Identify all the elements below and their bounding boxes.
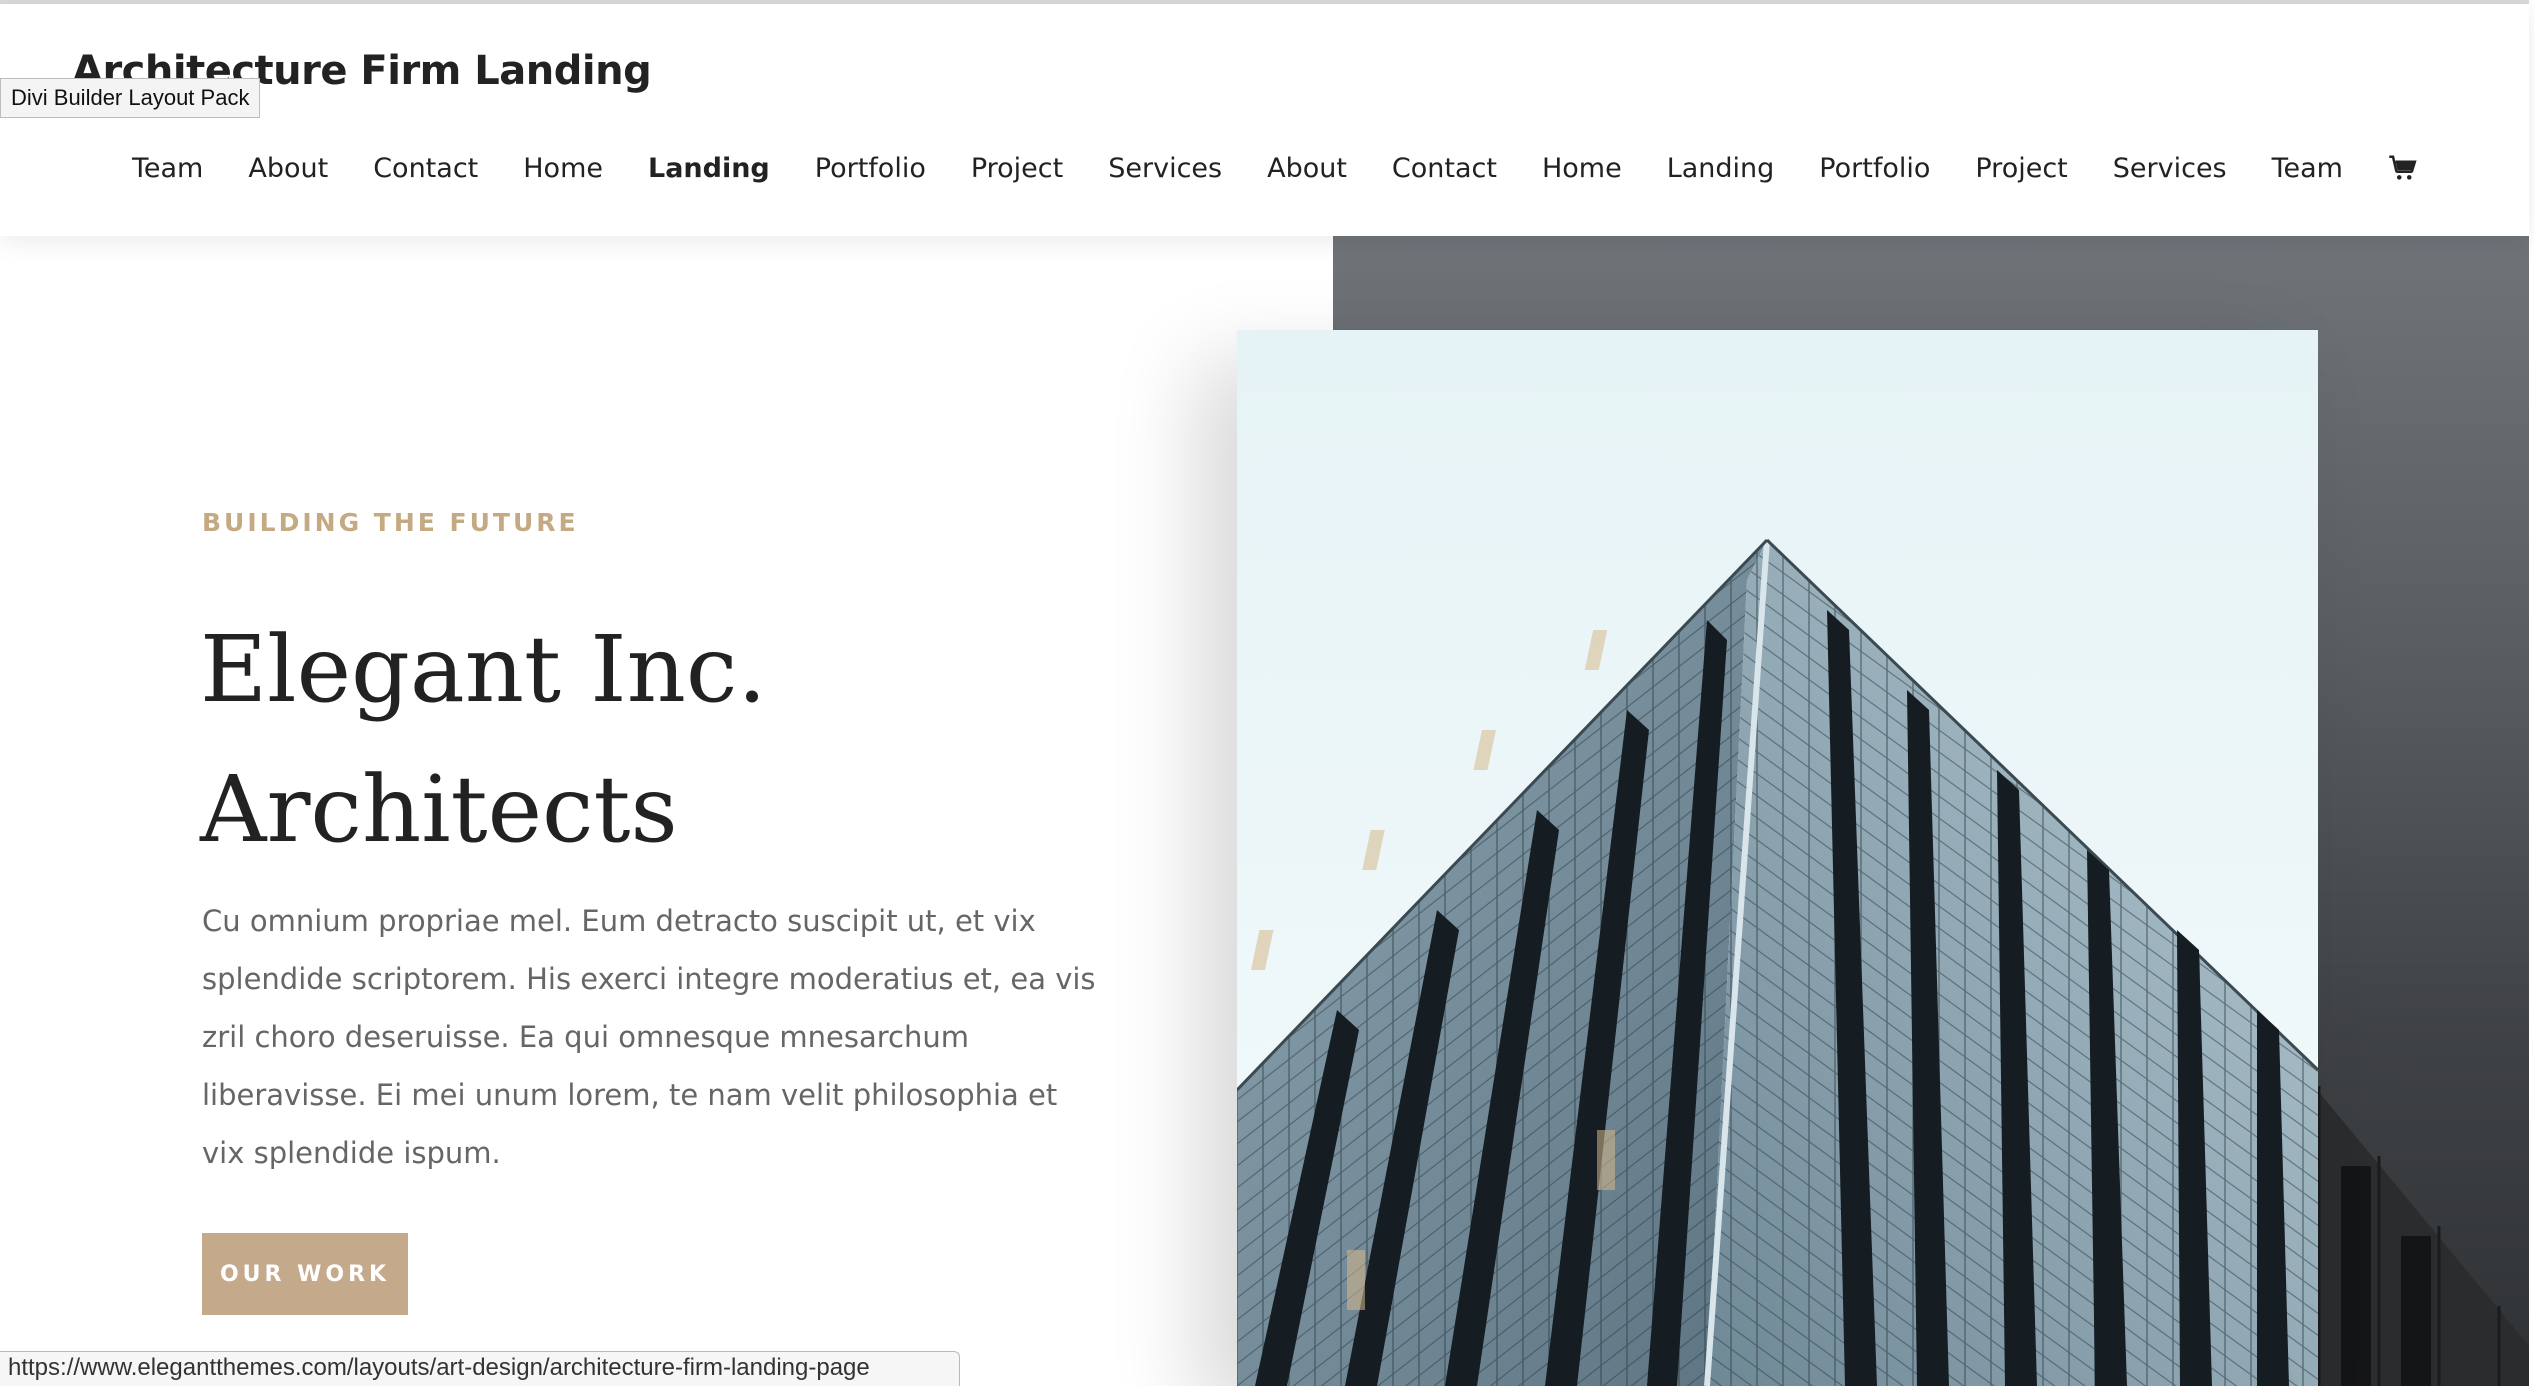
tooltip: Divi Builder Layout Pack (0, 78, 261, 118)
hero-title-line-2: Architects (200, 756, 678, 863)
nav-item-home[interactable]: Home (523, 153, 603, 184)
hero-eyebrow: BUILDING THE FUTURE (202, 508, 579, 537)
nav-item-team[interactable]: Team (132, 153, 203, 184)
shopping-cart-icon[interactable] (2388, 153, 2418, 183)
window-right-edge (2529, 0, 2534, 1386)
nav-item-contact[interactable]: Contact (373, 153, 478, 184)
nav-item-landing-2[interactable]: Landing (1667, 153, 1775, 184)
nav-item-landing[interactable]: Landing (648, 153, 770, 184)
nav-item-portfolio[interactable]: Portfolio (815, 153, 926, 184)
hero-body-text: Cu omnium propriae mel. Eum detracto sus… (202, 904, 1096, 1170)
main-nav: Team About Contact Home Landing Portfoli… (132, 144, 2418, 192)
nav-item-contact-2[interactable]: Contact (1392, 153, 1497, 184)
our-work-button[interactable]: OUR WORK (202, 1233, 408, 1315)
nav-item-home-2[interactable]: Home (1542, 153, 1622, 184)
nav-item-project[interactable]: Project (971, 153, 1063, 184)
nav-item-services-2[interactable]: Services (2113, 153, 2227, 184)
site-header: Architecture Firm Landing Team About Con… (0, 4, 2529, 236)
hero-image-skyscraper (1237, 330, 2318, 1386)
nav-item-team-2[interactable]: Team (2272, 153, 2343, 184)
nav-item-services[interactable]: Services (1108, 153, 1222, 184)
nav-item-about-2[interactable]: About (1267, 153, 1347, 184)
nav-item-about[interactable]: About (248, 153, 328, 184)
nav-item-portfolio-2[interactable]: Portfolio (1819, 153, 1930, 184)
hero-title-line-1: Elegant Inc. (200, 616, 767, 723)
hero-title: Elegant Inc. Architects (200, 600, 1180, 880)
nav-item-project-2[interactable]: Project (1975, 153, 2067, 184)
status-bar-url: https://www.elegantthemes.com/layouts/ar… (0, 1351, 960, 1386)
